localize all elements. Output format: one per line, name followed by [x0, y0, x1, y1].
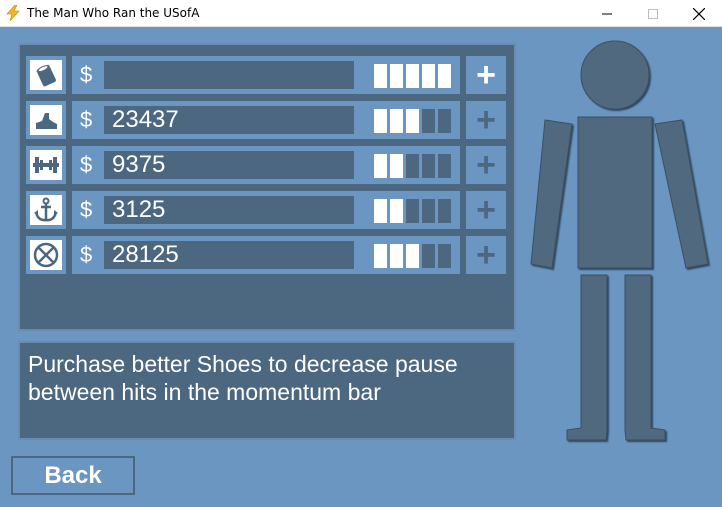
level-meter — [366, 236, 460, 274]
maximize-button[interactable] — [630, 0, 676, 27]
minimize-button[interactable] — [584, 0, 630, 27]
cost-value: 3125 — [104, 196, 354, 224]
lightning-app-icon — [6, 5, 20, 21]
level-segment — [438, 244, 451, 268]
cost-cell: $ 9375 — [72, 146, 386, 184]
upgrade-plus-button[interactable]: + — [466, 191, 506, 229]
upgrade-row: $ + — [26, 56, 506, 94]
upgrade-plus-button[interactable]: + — [466, 56, 506, 94]
level-segment — [422, 109, 435, 133]
level-segment — [438, 64, 451, 88]
dumbbell-icon — [33, 157, 59, 173]
level-segment — [374, 199, 387, 223]
upgrade-icon-cell — [26, 56, 66, 94]
level-segment — [406, 199, 419, 223]
crossed-circle-icon — [33, 242, 59, 268]
level-segment — [438, 154, 451, 178]
level-segment — [374, 109, 387, 133]
level-segment — [422, 64, 435, 88]
level-segment — [406, 154, 419, 178]
level-segment — [438, 109, 451, 133]
currency-symbol: $ — [80, 197, 93, 222]
figure-left-leg — [566, 274, 608, 441]
upgrade-plus-button[interactable]: + — [466, 101, 506, 139]
figure-head — [580, 40, 650, 110]
currency-symbol: $ — [80, 152, 93, 177]
currency-symbol: $ — [80, 62, 93, 87]
level-segment — [406, 64, 419, 88]
cost-cell: $ 3125 — [72, 191, 386, 229]
level-segment — [406, 244, 419, 268]
level-meter — [366, 146, 460, 184]
level-segment — [374, 154, 387, 178]
cost-value — [104, 61, 354, 89]
upgrade-row: $ 9375 + — [26, 146, 506, 184]
level-meter — [366, 191, 460, 229]
upgrade-row: $ 3125 + — [26, 191, 506, 229]
currency-symbol: $ — [80, 242, 93, 267]
close-icon — [693, 7, 705, 20]
figure-right-leg — [624, 274, 666, 441]
level-segment — [422, 154, 435, 178]
level-meter — [366, 101, 460, 139]
level-segment — [390, 199, 403, 223]
shoe-icon — [36, 113, 57, 129]
cost-cell: $ 28125 — [72, 236, 386, 274]
title-bar: The Man Who Ran the USofA — [0, 0, 722, 27]
level-segment — [390, 64, 403, 88]
upgrade-description: Purchase better Shoes to decrease pause … — [18, 341, 516, 440]
maximize-icon — [648, 8, 658, 19]
level-segment — [374, 244, 387, 268]
level-segment — [374, 64, 387, 88]
cost-value: 23437 — [104, 106, 354, 134]
can-icon — [36, 64, 56, 87]
level-segment — [390, 244, 403, 268]
upgrade-icon-cell — [26, 191, 66, 229]
upgrade-plus-button[interactable]: + — [466, 236, 506, 274]
figure-torso — [577, 116, 653, 269]
level-segment — [438, 199, 451, 223]
figure-left-arm — [530, 119, 573, 269]
level-segment — [390, 109, 403, 133]
level-segment — [422, 244, 435, 268]
upgrade-plus-button[interactable]: + — [466, 146, 506, 184]
currency-symbol: $ — [80, 107, 93, 132]
level-meter — [366, 56, 460, 94]
upgrade-icon-cell — [26, 146, 66, 184]
body-figure — [530, 40, 709, 441]
level-segment — [422, 199, 435, 223]
close-button[interactable] — [676, 0, 722, 27]
cost-cell: $ — [72, 56, 386, 94]
upgrade-row: $ 23437 + — [26, 101, 506, 139]
level-segment — [406, 109, 419, 133]
back-button[interactable]: Back — [11, 456, 135, 495]
cost-cell: $ 23437 — [72, 101, 386, 139]
upgrade-row: $ 28125 + — [26, 236, 506, 274]
level-segment — [390, 154, 403, 178]
upgrade-icon-cell — [26, 236, 66, 274]
cost-value: 28125 — [104, 241, 354, 269]
figure-right-arm — [654, 119, 709, 269]
upgrade-icon-cell — [26, 101, 66, 139]
window-title: The Man Who Ran the USofA — [27, 6, 200, 20]
anchor-icon — [34, 197, 58, 222]
cost-value: 9375 — [104, 151, 354, 179]
minimize-icon — [602, 13, 612, 14]
